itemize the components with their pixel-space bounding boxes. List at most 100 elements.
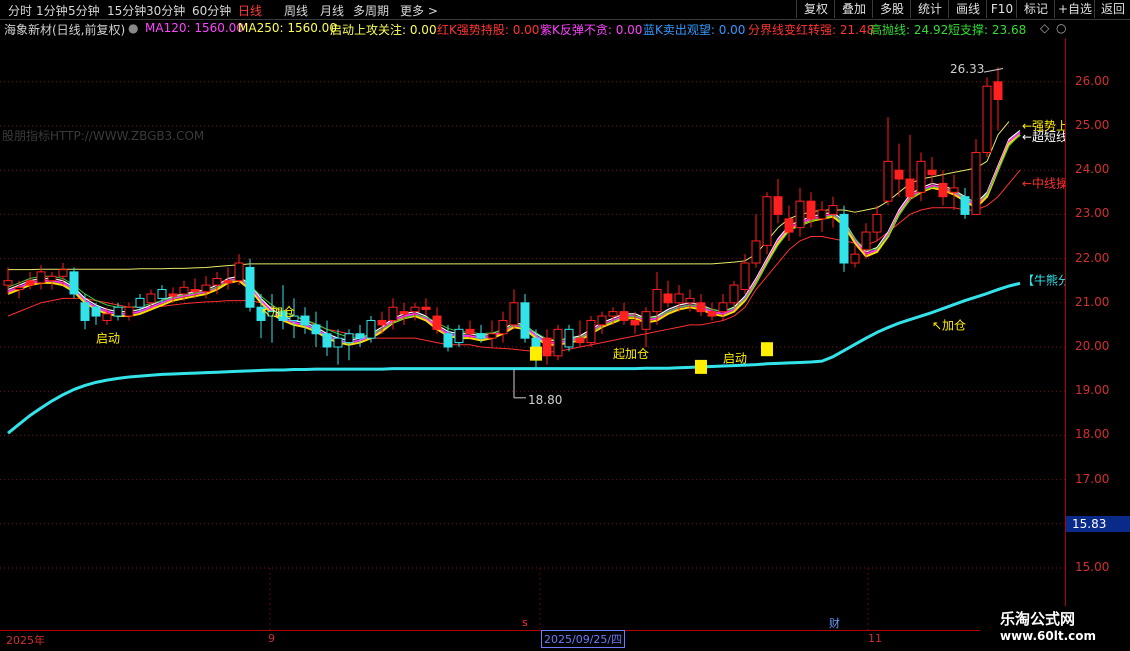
period-tab-7[interactable]: 周线 — [284, 2, 308, 19]
candle-body — [718, 302, 728, 313]
stock-name: 海象新材(日线,前复权) — [4, 23, 126, 37]
candle-body — [652, 289, 662, 313]
period-tab-10[interactable]: 更多 > — [400, 2, 438, 19]
candle-body — [641, 311, 651, 330]
candle-body — [509, 302, 519, 326]
signal-annotation: 起加仓 — [613, 347, 649, 361]
candle-body — [58, 269, 68, 277]
price-tick-label: 26.00 — [1075, 73, 1110, 88]
candle-body — [850, 253, 860, 264]
candle-body — [773, 196, 783, 215]
candle-body — [399, 311, 409, 315]
price-tick-label: 24.00 — [1075, 162, 1110, 177]
price-tick-label: 22.00 — [1075, 250, 1110, 265]
candle-body — [47, 275, 57, 282]
watermark-title: 乐淘公式网 — [1000, 610, 1076, 628]
diamond-icon[interactable]: ◇ — [1040, 21, 1049, 35]
date-axis — [0, 630, 980, 651]
period-tab-2[interactable]: 5分钟 — [68, 2, 100, 19]
toolbar-button-1[interactable]: 叠加 — [834, 0, 873, 18]
candle-body — [3, 280, 13, 286]
indicator-value-7: 高抛线: 24.92 — [870, 23, 949, 37]
period-tab-8[interactable]: 月线 — [320, 2, 344, 19]
high-price-label: 26.33 — [950, 62, 984, 76]
candle-body — [982, 85, 992, 154]
signal-box — [761, 342, 773, 357]
toolbar-button-5[interactable]: F10 — [986, 0, 1017, 18]
price-tick-label: 15.00 — [1075, 560, 1110, 574]
candle-body — [894, 169, 904, 180]
period-tab-4[interactable]: 30分钟 — [146, 2, 185, 19]
line-label: ←超短线 — [1022, 129, 1065, 144]
candle-body — [113, 306, 123, 317]
toolbar-button-6[interactable]: 标记 — [1016, 0, 1055, 18]
period-tab-1[interactable]: 1分钟 — [36, 2, 68, 19]
candle-body — [322, 333, 332, 348]
indicator-value-0: MA120: 1560.00 — [145, 21, 244, 35]
candle-body — [828, 205, 838, 215]
candle-body — [751, 240, 761, 264]
candle-body — [993, 81, 1003, 100]
candle-body — [25, 280, 35, 286]
candle-body — [421, 306, 431, 310]
candle-body — [344, 333, 354, 344]
candle-body — [872, 213, 882, 233]
candle-body — [564, 328, 574, 348]
candlestick-chart[interactable]: 启动↖加仓起加仓启动↖加仓↖加仓26.3318.80←强势上涨←超短线←中线操【… — [0, 38, 1065, 630]
candle-body — [553, 328, 563, 357]
indicator-value-2: 启动上攻关注: 0.00 — [330, 23, 437, 37]
toolbar-button-4[interactable]: 画线 — [948, 0, 987, 18]
line-label: 【牛熊分界 — [1022, 273, 1065, 288]
candle-body — [927, 169, 937, 176]
indicator-info-bar: 海象新材(日线,前复权) ● MA120: 1560.00 MA250: 1560.0… — [0, 19, 1130, 38]
candle-body — [300, 315, 310, 326]
candle-body — [740, 262, 750, 291]
candle-body — [311, 324, 321, 335]
candle-body — [212, 277, 222, 286]
price-tick-label: 17.00 — [1075, 471, 1110, 486]
toolbar-button-7[interactable]: +自选 — [1054, 0, 1095, 18]
candle-body — [410, 306, 420, 313]
date-label-3: 11 — [868, 632, 882, 645]
toolbar-button-8[interactable]: 返回 — [1094, 0, 1130, 18]
candle-body — [795, 200, 805, 229]
candle-body — [696, 302, 706, 313]
price-tick-label: 21.00 — [1075, 294, 1110, 309]
candle-body — [432, 315, 442, 330]
indicator-value-3: 红K强势持股: 0.00 — [437, 23, 540, 37]
candle-body — [586, 319, 596, 344]
candle-body — [487, 333, 497, 339]
candle-body — [685, 297, 695, 304]
toolbar-button-2[interactable]: 多股 — [872, 0, 911, 18]
date-label-1: 9 — [268, 632, 275, 645]
candle-body — [135, 297, 145, 308]
candle-body — [245, 266, 255, 308]
candle-body — [201, 284, 211, 293]
period-tab-9[interactable]: 多周期 — [353, 2, 389, 19]
candle-body — [674, 293, 684, 304]
candle-body — [806, 200, 816, 220]
candle-body — [36, 271, 46, 284]
price-tick-label: 23.00 — [1075, 206, 1110, 221]
period-tab-5[interactable]: 60分钟 — [192, 2, 231, 19]
settings-circle-icon[interactable]: ● — [128, 21, 138, 35]
circle-icon[interactable]: ○ — [1056, 21, 1066, 35]
candle-body — [91, 306, 101, 317]
signal-annotation: 启动 — [723, 351, 747, 365]
candle-body — [234, 262, 244, 282]
signal-annotation: ↖加仓 — [932, 318, 966, 332]
candle-body — [971, 152, 981, 215]
period-tab-3[interactable]: 15分钟 — [107, 2, 146, 19]
candle-body — [861, 231, 871, 251]
top-toolbar: 分时 1分钟 5分钟 15分钟 30分钟 60分钟 日线 周线 月线 多周期 更多 > 复权 叠加 多股统… — [0, 0, 1130, 20]
candle-body — [949, 187, 959, 193]
toolbar-button-0[interactable]: 复权 — [796, 0, 835, 18]
candle-body — [839, 213, 849, 264]
period-tab-0[interactable]: 分时 — [8, 2, 32, 19]
candle-body — [465, 328, 475, 335]
period-tab-6[interactable]: 日线 — [238, 2, 262, 19]
toolbar-button-3[interactable]: 统计 — [910, 0, 949, 18]
indicator-value-8: 短支撑: 23.68 — [948, 23, 1027, 37]
candle-body — [157, 289, 167, 299]
candle-body — [784, 218, 794, 233]
